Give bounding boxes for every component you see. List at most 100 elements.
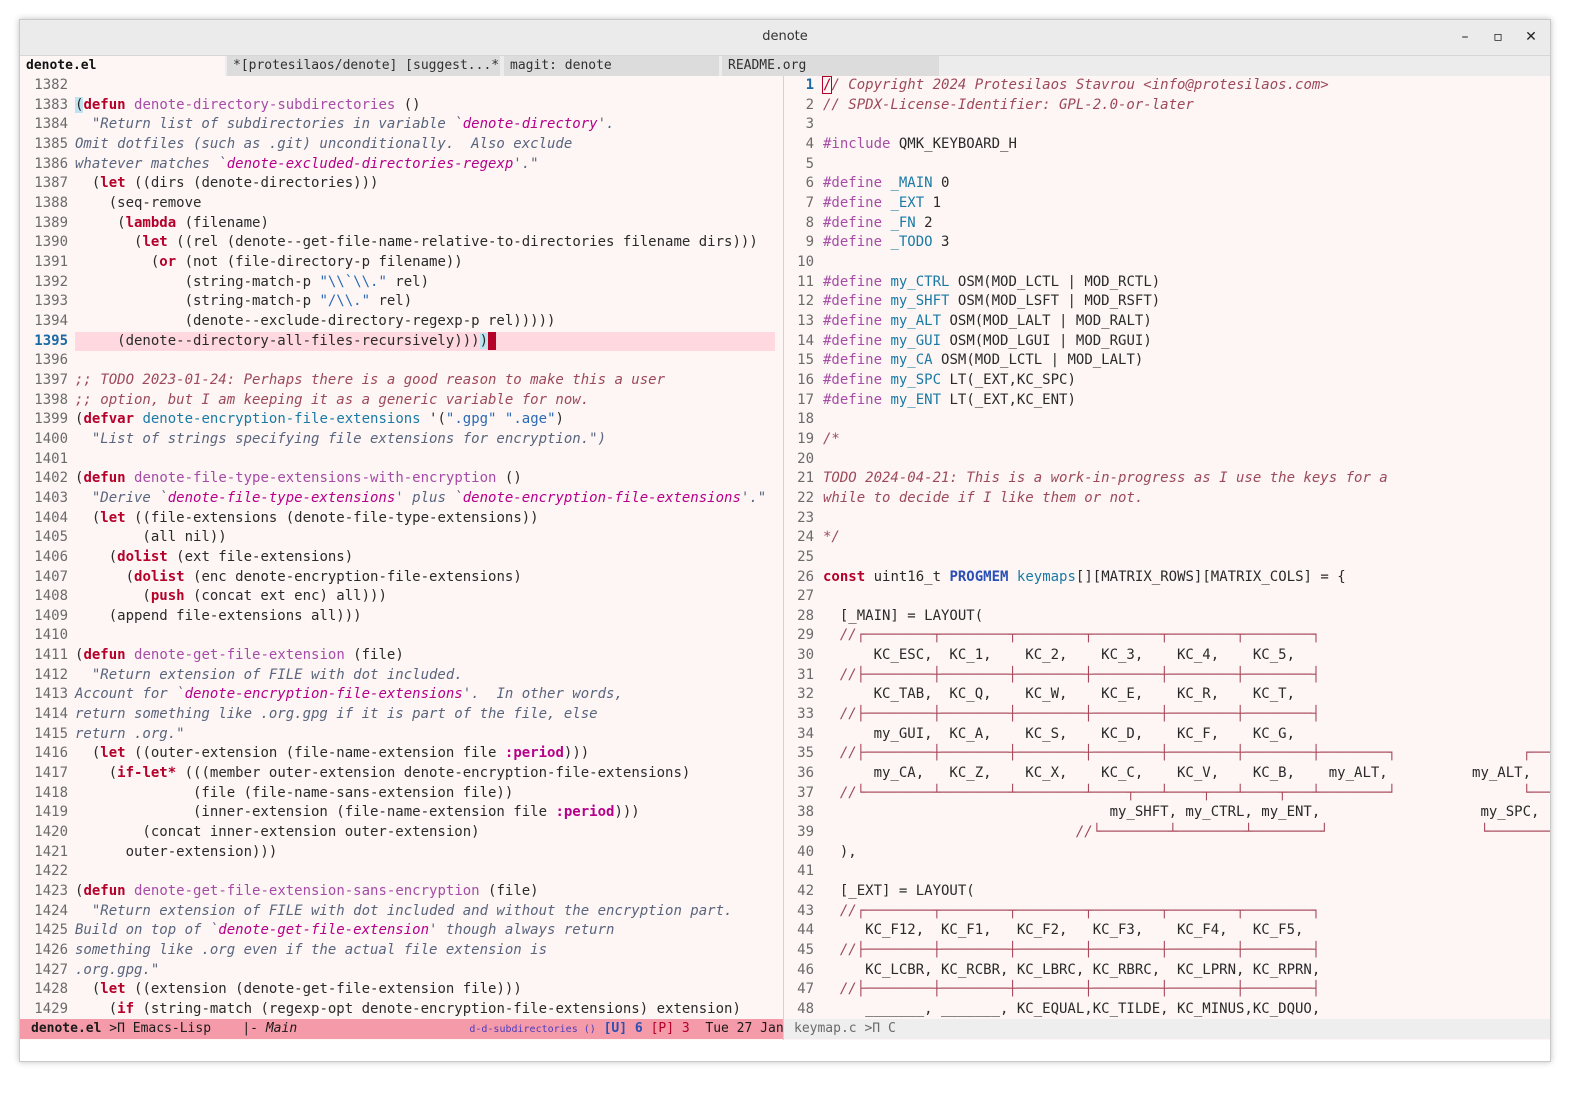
- code-line[interactable]: 1427 .org.gpg.": [20, 961, 783, 981]
- code-line[interactable]: 45 //├────────┼────────┼────────┼───────…: [784, 941, 1550, 961]
- code-line[interactable]: 30 KC_ESC, KC_1, KC_2, KC_3, KC_4, KC_5,…: [784, 646, 1550, 666]
- code-line[interactable]: 1395 (denote--directory-all-files-recurs…: [20, 331, 783, 352]
- code-line[interactable]: 1389 (lambda (filename): [20, 214, 783, 234]
- code-line[interactable]: 13 #define my_ALT OSM(MOD_LALT | MOD_RALT…: [784, 312, 1550, 332]
- code-line[interactable]: 11 #define my_CTRL OSM(MOD_LCTL | MOD_RCT…: [784, 273, 1550, 293]
- code-line[interactable]: 1400 "List of strings specifying file ex…: [20, 430, 783, 450]
- code-line[interactable]: 1428 (let ((extension (denote-get-file-e…: [20, 980, 783, 1000]
- left-editor-pane[interactable]: 1382 1383 (defun denote-directory-subdirec…: [20, 76, 783, 1019]
- code-line[interactable]: 37 //└────────┴────────┴────────┴────┬──…: [784, 784, 1550, 804]
- code-line[interactable]: 25: [784, 548, 1550, 568]
- code-line[interactable]: 35 //├────────┼────────┼────────┼───────…: [784, 744, 1550, 764]
- code-line[interactable]: 1423 (defun denote-get-file-extension-san…: [20, 882, 783, 902]
- code-line[interactable]: 1408 (push (concat ext enc) all))): [20, 587, 783, 607]
- code-line[interactable]: 7 #define _EXT 1: [784, 194, 1550, 214]
- modeline-git-branch[interactable]: Main: [266, 1021, 297, 1036]
- code-line[interactable]: 5: [784, 155, 1550, 175]
- code-line[interactable]: 1388 (seq-remove: [20, 194, 783, 214]
- code-line[interactable]: 1387 (let ((dirs (denote-directories))): [20, 174, 783, 194]
- code-line[interactable]: 1383 (defun denote-directory-subdirectori…: [20, 96, 783, 116]
- code-line[interactable]: 1 // Copyright 2024 Protesilaos Stavrou <…: [784, 76, 1550, 96]
- code-line[interactable]: 1421 outer-extension))): [20, 843, 783, 863]
- code-line[interactable]: 1416 (let ((outer-extension (file-name-e…: [20, 744, 783, 764]
- modeline-major-mode[interactable]: Emacs-Lisp: [133, 1021, 211, 1036]
- code-line[interactable]: 4 #include QMK_KEYBOARD_H: [784, 135, 1550, 155]
- code-line[interactable]: 2 // SPDX-License-Identifier: GPL-2.0-or-…: [784, 96, 1550, 116]
- code-line[interactable]: 15 #define my_CA OSM(MOD_LCTL | MOD_LALT): [784, 351, 1550, 371]
- tab-protesilaos-denote[interactable]: *[protesilaos/denote] [suggest...*: [227, 56, 500, 76]
- code-line[interactable]: 1426 something like .org even if the actu…: [20, 941, 783, 961]
- code-line[interactable]: 1399 (defvar denote-encryption-file-exten…: [20, 410, 783, 430]
- code-line[interactable]: 10: [784, 253, 1550, 273]
- code-line[interactable]: 1401: [20, 450, 783, 470]
- code-line[interactable]: 20: [784, 450, 1550, 470]
- code-line[interactable]: 31 //├────────┼────────┼────────┼───────…: [784, 666, 1550, 686]
- code-line[interactable]: 6 #define _MAIN 0: [784, 174, 1550, 194]
- code-line[interactable]: 1417 (if-let* (((member outer-extension …: [20, 764, 783, 784]
- code-line[interactable]: 1415 return .org.": [20, 725, 783, 745]
- code-line[interactable]: 1384 "Return list of subdirectories in v…: [20, 115, 783, 135]
- code-line[interactable]: 18: [784, 410, 1550, 430]
- code-line[interactable]: 46 KC_LCBR, KC_RCBR, KC_LBRC, KC_RBRC, K…: [784, 961, 1550, 981]
- code-line[interactable]: 19 /*: [784, 430, 1550, 450]
- code-line[interactable]: 48 _______, _______, KC_EQUAL,KC_TILDE, …: [784, 1000, 1550, 1019]
- code-line[interactable]: 24 */: [784, 528, 1550, 548]
- code-line[interactable]: 1405 (all nil)): [20, 528, 783, 548]
- right-editor-pane[interactable]: 1 // Copyright 2024 Protesilaos Stavrou <…: [784, 76, 1550, 1019]
- code-line[interactable]: 40 ),: [784, 843, 1550, 863]
- code-line[interactable]: 1394 (denote--exclude-directory-regexp-p…: [20, 312, 783, 332]
- code-line[interactable]: 1429 (if (string-match (regexp-opt denot…: [20, 1000, 783, 1019]
- code-line[interactable]: 32 KC_TAB, KC_Q, KC_W, KC_E, KC_R, KC_T,…: [784, 685, 1550, 705]
- code-line[interactable]: 47 //├────────┼────────┼────────┼───────…: [784, 980, 1550, 1000]
- code-line[interactable]: 1390 (let ((rel (denote--get-file-name-r…: [20, 233, 783, 253]
- code-line[interactable]: 27: [784, 587, 1550, 607]
- minimize-icon[interactable]: –: [1456, 28, 1474, 46]
- code-line[interactable]: 1419 (inner-extension (file-name-extensi…: [20, 803, 783, 823]
- tab-magit-denote[interactable]: magit: denote: [504, 56, 719, 76]
- code-line[interactable]: 1397 ;; TODO 2023-01-24: Perhaps there is…: [20, 371, 783, 391]
- code-line[interactable]: 1418 (file (file-name-sans-extension fil…: [20, 784, 783, 804]
- code-line[interactable]: 1404 (let ((file-extensions (denote-file…: [20, 509, 783, 529]
- title-bar[interactable]: denote – ▫ ✕: [20, 20, 1550, 56]
- code-line[interactable]: 16 #define my_SPC LT(_EXT,KC_SPC): [784, 371, 1550, 391]
- tab-denote-el[interactable]: denote.el: [20, 56, 225, 76]
- code-line[interactable]: 3: [784, 115, 1550, 135]
- code-line[interactable]: 38 my_SHFT, my_CTRL, my_ENT, my_SPC, m→: [784, 803, 1550, 823]
- code-line[interactable]: 1392 (string-match-p "\\`\\." rel): [20, 273, 783, 293]
- code-line[interactable]: 1386 whatever matches `denote-excluded-di…: [20, 155, 783, 175]
- code-line[interactable]: 23: [784, 509, 1550, 529]
- code-line[interactable]: 1420 (concat inner-extension outer-exten…: [20, 823, 783, 843]
- tab-readme-org[interactable]: README.org: [722, 56, 939, 76]
- close-icon[interactable]: ✕: [1522, 28, 1540, 46]
- code-line[interactable]: 12 #define my_SHFT OSM(MOD_LSFT | MOD_RSF…: [784, 292, 1550, 312]
- code-line[interactable]: 1391 (or (not (file-directory-p filename…: [20, 253, 783, 273]
- code-line[interactable]: 21 TODO 2024-04-21: This is a work-in-pro…: [784, 469, 1550, 489]
- code-line[interactable]: 1409 (append file-extensions all))): [20, 607, 783, 627]
- code-line[interactable]: 44 KC_F12, KC_F1, KC_F2, KC_F3, KC_F4, K…: [784, 921, 1550, 941]
- code-line[interactable]: 39 //└────────┴────────┴────────┘ └─────…: [784, 823, 1550, 843]
- code-line[interactable]: 1406 (dolist (ext file-extensions): [20, 548, 783, 568]
- code-line[interactable]: 1402 (defun denote-file-type-extensions-w…: [20, 469, 783, 489]
- code-line[interactable]: 1424 "Return extension of FILE with dot …: [20, 902, 783, 922]
- code-line[interactable]: 9 #define _TODO 3: [784, 233, 1550, 253]
- code-line[interactable]: 36 my_CA, KC_Z, KC_X, KC_C, KC_V, KC_B, …: [784, 764, 1550, 784]
- code-line[interactable]: 1385 Omit dotfiles (such as .git) uncondi…: [20, 135, 783, 155]
- maximize-icon[interactable]: ▫: [1489, 28, 1507, 46]
- code-line[interactable]: 1414 return something like .org.gpg if it…: [20, 705, 783, 725]
- code-line[interactable]: 28 [_MAIN] = LAYOUT(: [784, 607, 1550, 627]
- code-line[interactable]: 1396: [20, 351, 783, 371]
- code-line[interactable]: 1411 (defun denote-get-file-extension (fi…: [20, 646, 783, 666]
- code-line[interactable]: 1425 Build on top of `denote-get-file-ext…: [20, 921, 783, 941]
- code-line[interactable]: 1413 Account for `denote-encryption-file-…: [20, 685, 783, 705]
- modeline-left[interactable]: denote.el >Π Emacs-Lisp |- Main d-d-subd…: [20, 1019, 838, 1039]
- code-line[interactable]: 1407 (dolist (enc denote-encryption-file…: [20, 568, 783, 588]
- code-line[interactable]: 42 [_EXT] = LAYOUT(: [784, 882, 1550, 902]
- code-line[interactable]: 14 #define my_GUI OSM(MOD_LGUI | MOD_RGUI…: [784, 332, 1550, 352]
- code-line[interactable]: 29 //┌────────┬────────┬────────┬───────…: [784, 626, 1550, 646]
- modeline-major-mode-right[interactable]: C: [888, 1021, 896, 1036]
- code-line[interactable]: 1412 "Return extension of FILE with dot …: [20, 666, 783, 686]
- code-line[interactable]: 26 const uint16_t PROGMEM keymaps[][MATRI…: [784, 568, 1550, 588]
- code-line[interactable]: 1403 "Derive `denote-file-type-extension…: [20, 489, 783, 509]
- code-line[interactable]: 1410: [20, 626, 783, 646]
- code-line[interactable]: 8 #define _FN 2: [784, 214, 1550, 234]
